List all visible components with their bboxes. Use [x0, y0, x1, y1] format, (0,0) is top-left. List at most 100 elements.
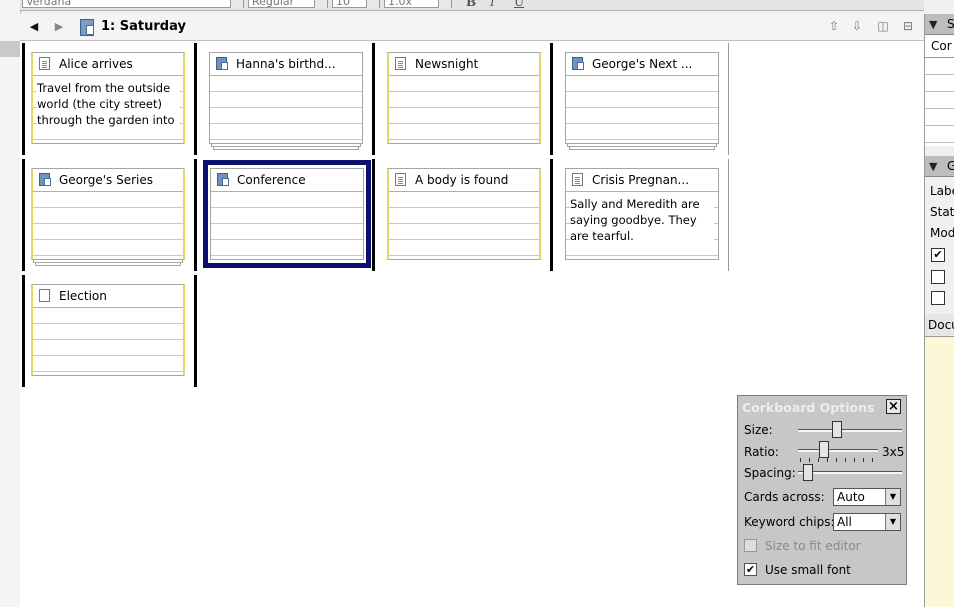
- card-lines: [33, 308, 183, 375]
- keyword-chips-value: All: [837, 515, 852, 529]
- font-style-value: Regular: [252, 0, 295, 8]
- size-label: Size:: [744, 423, 773, 437]
- card-stack-edge: [35, 263, 181, 266]
- spacing-label: Spacing:: [744, 466, 796, 480]
- folder-icon: [217, 173, 229, 186]
- cards-across-value: Auto: [837, 490, 865, 504]
- card-stack-edge: [213, 147, 359, 150]
- card-lines: [389, 76, 539, 143]
- font-style-select[interactable]: Regular: [248, 0, 328, 8]
- index-card[interactable]: Election: [31, 284, 185, 376]
- card-lines: [211, 192, 363, 259]
- document-title: 1: Saturday: [101, 19, 186, 34]
- document-icon: [395, 173, 406, 186]
- underline-icon[interactable]: U: [514, 0, 524, 9]
- include-compile-checkbox[interactable]: ✔: [931, 248, 945, 262]
- line-spacing-select[interactable]: 1.0x: [384, 0, 452, 8]
- document-notes-header[interactable]: Docu: [925, 314, 954, 337]
- close-icon[interactable]: ×: [886, 399, 901, 414]
- binder-strip[interactable]: [0, 0, 21, 607]
- inspector-title-field[interactable]: Cor: [925, 35, 954, 58]
- index-card[interactable]: George's Next ...: [565, 52, 719, 144]
- card-title: Conference: [237, 173, 306, 187]
- folder-icon: [39, 173, 51, 186]
- small-font-checkbox[interactable]: ✔: [744, 563, 757, 576]
- binder-selected-row[interactable]: [0, 41, 20, 57]
- chevron-down-icon: [438, 0, 451, 8]
- card-separator: [372, 43, 375, 155]
- folder-doc-icon: [80, 19, 94, 36]
- spacing-slider-thumb[interactable]: [802, 464, 813, 481]
- triangle-down-icon: ▼: [929, 160, 938, 173]
- card-lines: [210, 76, 362, 143]
- format-bar: Verdana Regular 10 1.0x B I U: [20, 0, 924, 11]
- size-slider-thumb[interactable]: [831, 421, 842, 438]
- size-to-fit-checkbox[interactable]: [744, 539, 757, 552]
- font-family-value: Verdana: [26, 0, 72, 8]
- card-title: Crisis Pregnan...: [592, 173, 690, 187]
- index-card[interactable]: Crisis Pregnan... Sally and Meredith are…: [565, 168, 719, 260]
- card-separator: [728, 159, 729, 271]
- index-card[interactable]: A body is found: [387, 168, 541, 260]
- ratio-label: Ratio:: [744, 445, 779, 459]
- chevron-down-icon: [314, 0, 327, 8]
- compile-as-is-checkbox[interactable]: [931, 291, 945, 305]
- arrow-up-icon[interactable]: ⇧: [826, 18, 842, 34]
- font-family-select[interactable]: Verdana: [22, 0, 244, 8]
- ratio-slider-thumb[interactable]: [819, 441, 829, 458]
- ratio-slider-track[interactable]: [798, 449, 878, 452]
- card-lines: [389, 192, 539, 259]
- card-title: Election: [59, 289, 107, 303]
- document-icon: [395, 57, 406, 70]
- card-synopsis: Sally and Meredith are saying goodbye. T…: [570, 196, 714, 244]
- card-separator: [372, 159, 375, 271]
- document-icon: [572, 173, 583, 186]
- card-separator: [194, 159, 197, 271]
- page-break-checkbox[interactable]: [931, 270, 945, 284]
- inspector-synopsis-text[interactable]: [925, 58, 954, 146]
- index-card[interactable]: Alice arrives Travel from the outside wo…: [31, 52, 185, 144]
- card-separator: [550, 43, 553, 155]
- document-notes-area[interactable]: [925, 336, 954, 607]
- index-card[interactable]: George's Series: [31, 168, 185, 260]
- folder-icon: [216, 57, 228, 70]
- card-lines: [566, 76, 718, 143]
- cards-across-select[interactable]: Auto ▼: [833, 488, 901, 506]
- cards-across-label: Cards across:: [744, 490, 825, 504]
- font-size-select[interactable]: 10: [332, 0, 380, 8]
- card-separator: [22, 159, 25, 271]
- folder-icon: [572, 57, 584, 70]
- card-header: [33, 285, 183, 308]
- size-slider-track[interactable]: [798, 429, 902, 432]
- keyword-chips-select[interactable]: All ▼: [833, 513, 901, 531]
- forward-icon[interactable]: ▶: [50, 18, 68, 36]
- spacing-slider-track[interactable]: [798, 471, 902, 474]
- index-card[interactable]: Newsnight: [387, 52, 541, 144]
- index-card-selected[interactable]: Conference: [203, 160, 371, 268]
- document-notes-label: Docu: [928, 318, 954, 332]
- font-size-value: 10: [336, 0, 350, 8]
- inspector-synopsis-header[interactable]: ▼ S: [925, 14, 954, 35]
- split-horizontal-icon[interactable]: ⊟: [900, 18, 916, 34]
- inspector-title-value: Cor: [931, 39, 952, 53]
- chevron-down-icon: [366, 0, 379, 8]
- card-synopsis: Travel from the outside world (the city …: [37, 80, 179, 128]
- line-spacing-value: 1.0x: [388, 0, 413, 8]
- arrow-down-icon[interactable]: ⇩: [849, 18, 865, 34]
- index-card[interactable]: Hanna's birthd...: [209, 52, 363, 144]
- empty-document-icon: [39, 289, 50, 302]
- document-icon: [39, 57, 50, 70]
- card-separator: [194, 43, 197, 155]
- card-lines: [33, 192, 183, 259]
- card-title: Hanna's birthd...: [236, 57, 336, 71]
- inspector-general-header[interactable]: ▼ G: [925, 156, 954, 177]
- back-icon[interactable]: ◀: [25, 18, 43, 36]
- ratio-value: 3x5: [882, 445, 905, 459]
- card-title: Alice arrives: [59, 57, 133, 71]
- italic-icon[interactable]: I: [490, 0, 495, 9]
- chevron-down-icon: ▼: [885, 514, 900, 530]
- keyword-chips-label: Keyword chips:: [744, 515, 835, 529]
- bold-icon[interactable]: B: [466, 0, 476, 9]
- split-vertical-icon[interactable]: ◫: [875, 18, 891, 34]
- inspector-label-field: Labe: [930, 184, 954, 198]
